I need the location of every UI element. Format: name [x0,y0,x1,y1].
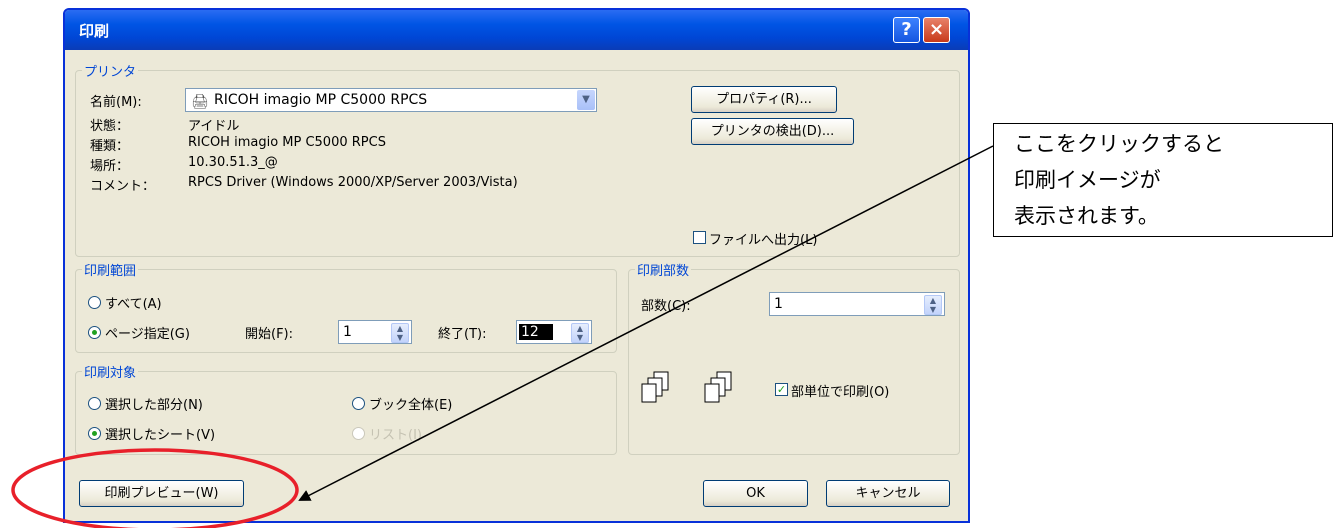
annotation-overlay [11,145,994,528]
highlight-ellipse [11,448,299,528]
annotation-arrow [298,145,994,501]
